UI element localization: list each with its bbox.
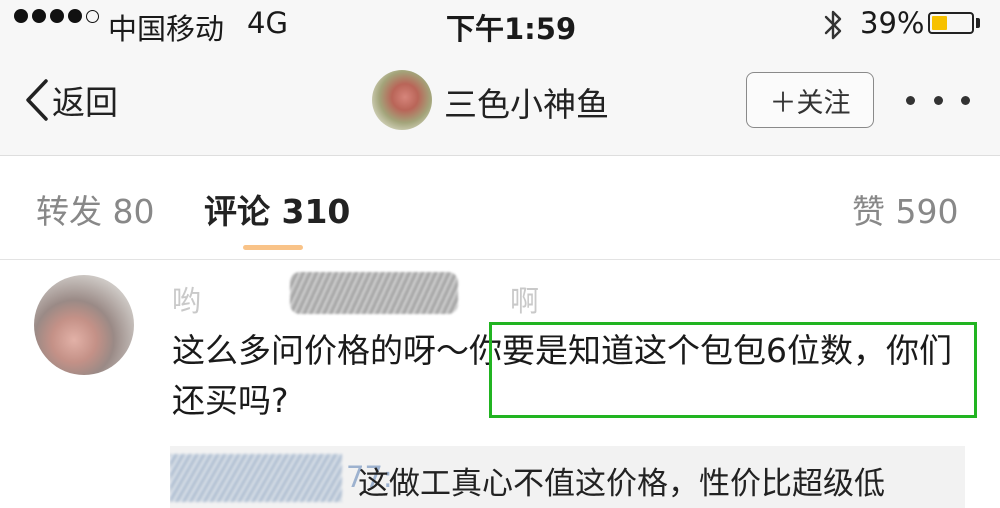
navigation-bar: 返回 三色小神鱼 ＋关注 xyxy=(0,52,1000,152)
battery-icon xyxy=(928,12,974,34)
signal-dot-empty xyxy=(86,9,99,23)
status-bar: 中国移动 4G 下午1:59 39% xyxy=(0,0,1000,50)
bluetooth-icon xyxy=(824,10,842,40)
tab-like[interactable]: 赞 590 xyxy=(852,185,958,233)
back-button[interactable]: 返回 xyxy=(24,76,118,124)
battery-percent: 39% xyxy=(860,6,925,40)
carrier-name: 中国移动 xyxy=(108,12,225,46)
commenter-avatar[interactable] xyxy=(34,275,134,375)
signal-dots-icon xyxy=(14,9,101,23)
author-avatar[interactable] xyxy=(372,70,432,130)
top-bar: 中国移动 4G 下午1:59 39% 返回 三色小神鱼 ＋关注 xyxy=(0,0,1000,156)
page-title[interactable]: 三色小神鱼 xyxy=(444,78,609,126)
more-dots-icon[interactable] xyxy=(906,82,970,118)
signal-dot xyxy=(14,9,28,23)
commenter-name[interactable]: 哟 啊 xyxy=(172,272,548,318)
more-dot xyxy=(906,95,915,105)
follow-button[interactable]: ＋关注 xyxy=(746,72,874,128)
more-dot xyxy=(933,95,943,105)
battery-fill xyxy=(932,16,947,30)
battery-tip xyxy=(976,18,980,28)
tab-repost[interactable]: 转发 80 xyxy=(36,185,154,233)
signal-dot xyxy=(68,9,82,23)
tab-comment[interactable]: 评论 310 xyxy=(204,185,350,233)
reply-text: 这做工真心不值这价格，性价比超级低 xyxy=(358,466,885,502)
signal-dot xyxy=(32,9,46,23)
status-time: 下午1:59 xyxy=(446,12,577,46)
name-suffix: 啊 xyxy=(510,284,540,318)
reply-preview[interactable]: 77: 这做工真心不值这价格，性价比超级低 xyxy=(170,446,965,508)
signal-dot xyxy=(50,9,64,23)
name-prefix: 哟 xyxy=(172,284,202,318)
chevron-left-icon xyxy=(26,79,48,121)
reply-name-redaction xyxy=(170,454,342,502)
network-type: 4G xyxy=(247,6,288,40)
more-dot xyxy=(961,95,970,105)
highlight-box xyxy=(489,322,977,418)
back-label: 返回 xyxy=(52,83,118,122)
name-redaction xyxy=(290,272,458,314)
tab-bar: 转发 80 评论 310 赞 590 xyxy=(0,157,1000,260)
active-tab-indicator xyxy=(243,245,303,250)
